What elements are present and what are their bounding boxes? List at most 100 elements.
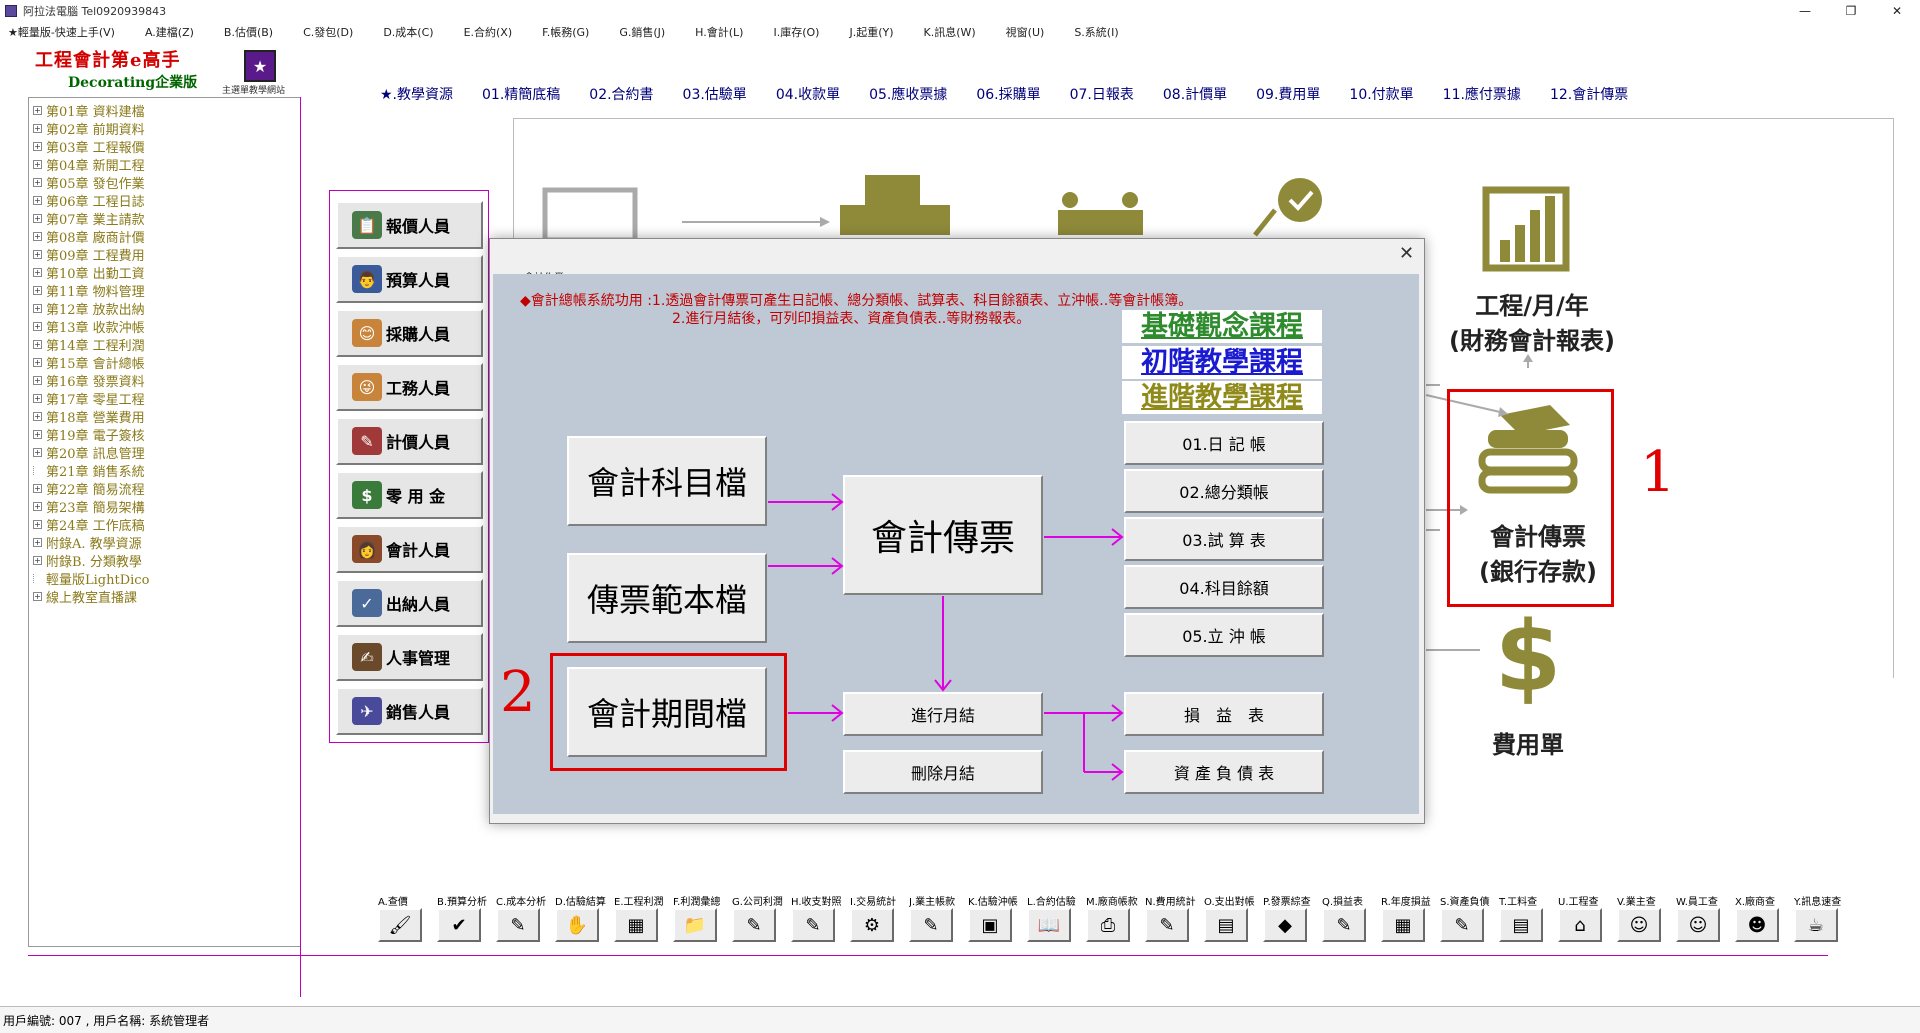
toolbar-label: W.員工查 [1676,897,1718,908]
toolbar-icon: ☺ [1688,914,1708,936]
toolbar-icon: ☕ [1807,914,1825,936]
toolbar-button[interactable]: ▦ [614,908,658,942]
toolbar-button[interactable]: ✎ [732,908,776,942]
toolbar-label: O.支出對帳 [1204,897,1255,908]
toolbar-button[interactable]: ☺ [1676,908,1720,942]
general-ledger-button[interactable]: 02.總分類帳 [1124,469,1324,513]
toolbar-button[interactable]: ▤ [1204,908,1248,942]
toolbar-button[interactable]: ✎ [1440,908,1484,942]
toolbar-icon: ▤ [1512,914,1530,936]
toolbar-label: N.費用統計 [1145,897,1196,908]
toolbar-icon: ▤ [1217,914,1235,936]
toolbar-icon: ◆ [1278,914,1292,936]
toolbar-icon: ☻ [1747,914,1767,936]
journal-button[interactable]: 01.日 記 帳 [1124,421,1324,465]
toolbar-label: G.公司利潤 [732,897,783,908]
toolbar-icon: ✎ [805,914,821,936]
voucher-template-file-button[interactable]: 傳票範本檔 [567,553,767,643]
toolbar-button[interactable]: ✔ [437,908,481,942]
toolbar-button[interactable]: ⎙ [1086,908,1130,942]
svg-text:$: $ [1495,601,1562,713]
toolbar-button[interactable]: 📁 [673,908,717,942]
toolbar-icon: ⎙ [1100,914,1116,936]
report-caption-line2: (財務會計報表) [1449,327,1615,355]
toolbar-label: J.業主帳款 [909,897,956,908]
month-close-button[interactable]: 進行月結 [843,692,1043,736]
report-caption: 工程/月/年 (財務會計報表) [1432,286,1632,356]
toolbar-label: E.工程利潤 [614,897,664,908]
toolbar-button[interactable]: ☕ [1794,908,1838,942]
account-subject-file-button[interactable]: 會計科目檔 [567,436,767,526]
toolbar-button[interactable]: ⌂ [1558,908,1602,942]
toolbar-button[interactable]: ▦ [1381,908,1425,942]
toolbar-button[interactable]: ✎ [1145,908,1189,942]
toolbar-label: S.資產負債 [1440,897,1490,908]
delete-month-close-button[interactable]: 刪除月結 [843,750,1043,794]
accounting-voucher-button[interactable]: 會計傳票 [843,475,1043,595]
toolbar-icon: ▦ [627,914,645,936]
dialog-close-button[interactable]: ✕ [1399,243,1414,264]
toolbar-icon: 📁 [683,914,707,936]
reconcile-ledger-button[interactable]: 05.立 沖 帳 [1124,613,1324,657]
toolbar-icon: ✎ [923,914,939,936]
toolbar-label: K.估驗沖帳 [968,897,1018,908]
highlight-period-box [550,653,787,771]
balance-sheet-button[interactable]: 資 產 負 債 表 [1124,750,1324,794]
toolbar-icon: 🖌 [388,914,412,936]
toolbar-button[interactable]: ☺ [1617,908,1661,942]
status-bar: 用戶編號: 007 , 用戶名稱: 系統管理者 [0,1006,1920,1033]
toolbar-icon: ✎ [746,914,762,936]
toolbar-button[interactable]: ▤ [1499,908,1543,942]
toolbar-icon: ✔ [451,914,467,936]
toolbar-icon: ✎ [510,914,526,936]
toolbar-label: A.查價 [378,897,408,908]
toolbar-button[interactable]: ⚙ [850,908,894,942]
toolbar-icon: ▦ [1394,914,1412,936]
toolbar-button[interactable]: ✎ [496,908,540,942]
toolbar-label: H.收支對照 [791,897,842,908]
toolbar-label: F.利潤彙總 [673,897,721,908]
toolbar-button[interactable]: 🖌 [378,908,422,942]
dialog-description-line2: 2.進行月結後，可列印損益表、資產負債表..等財務報表。 [672,311,1031,327]
toolbar-button[interactable]: ◆ [1263,908,1307,942]
dialog-description-line1: ◆會計總帳系統功用 :1.透過會計傳票可產生日記帳、總分類帳、試算表、科目餘額表… [520,293,1193,309]
expense-caption: 費用單 [1492,731,1564,759]
toolbar-button[interactable]: ✎ [791,908,835,942]
toolbar-label: X.廠商查 [1735,897,1776,908]
toolbar-label: B.預算分析 [437,897,488,908]
income-statement-button[interactable]: 損 益 表 [1124,692,1324,736]
toolbar-label: Y.訊息速查 [1794,897,1842,908]
toolbar-icon: ✋ [565,914,589,936]
toolbar-label: R.年度損益 [1381,897,1431,908]
toolbar-button[interactable]: ✎ [909,908,953,942]
toolbar-button[interactable]: 📖 [1027,908,1071,942]
account-balance-button[interactable]: 04.科目餘額 [1124,565,1324,609]
annotation-marker-1: 1 [1640,440,1676,505]
toolbar-button[interactable]: ✋ [555,908,599,942]
toolbar-label: I.交易統計 [850,897,897,908]
course-advanced-link[interactable]: 進階教學課程 [1122,381,1322,414]
toolbar-icon: ⌂ [1574,914,1586,936]
toolbar-icon: ▣ [981,914,999,936]
course-beginner-link[interactable]: 初階教學課程 [1122,346,1322,379]
toolbar-label: V.業主查 [1617,897,1656,908]
course-basic-link[interactable]: 基礎觀念課程 [1122,310,1322,343]
toolbar-icon: ✎ [1159,914,1175,936]
trial-balance-button[interactable]: 03.試 算 表 [1124,517,1324,561]
toolbar-button[interactable]: ▣ [968,908,1012,942]
toolbar-label: P.發票綜查 [1263,897,1311,908]
toolbar-label: T.工料查 [1499,897,1538,908]
toolbar-labels: A.查價 B.預算分析 C.成本分析 D.估驗結算 E.工程利潤 F.利潤彙總 G.公司利潤… [378,893,1853,908]
highlight-voucher-box [1447,389,1614,607]
annotation-marker-2: 2 [500,660,536,725]
toolbar-label: Q.損益表 [1322,897,1364,908]
toolbar-label: U.工程查 [1558,897,1599,908]
toolbar-button[interactable]: ✎ [1322,908,1366,942]
toolbar-icon: ⚙ [863,914,881,936]
report-caption-line1: 工程/月/年 [1475,292,1589,320]
toolbar-icon: ☺ [1629,914,1649,936]
toolbar-label: M.廠商帳款 [1086,897,1138,908]
toolbar-button[interactable]: ☻ [1735,908,1779,942]
toolbar-icon: 📖 [1037,914,1061,936]
toolbar-label: L.合約估驗 [1027,897,1076,908]
